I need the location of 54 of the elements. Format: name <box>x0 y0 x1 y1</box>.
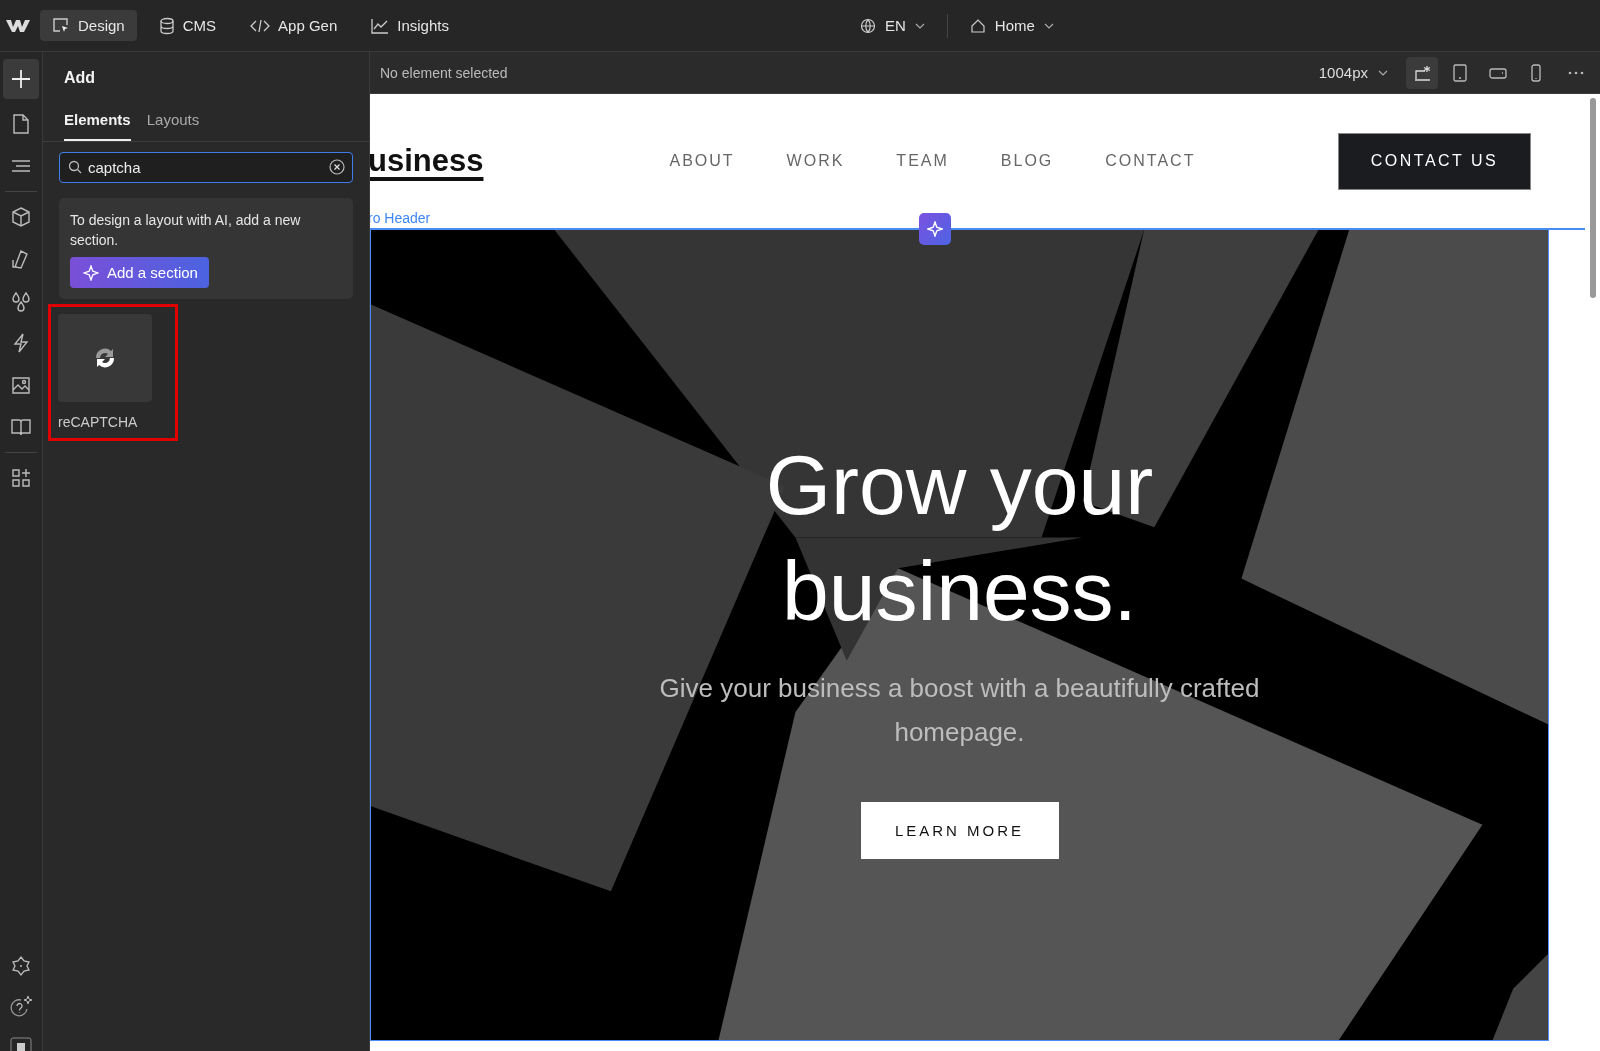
mode-tab[interactable]: CMS <box>146 10 229 41</box>
panel-tab[interactable]: Layouts <box>146 107 200 141</box>
cube-icon <box>10 206 32 228</box>
page-icon <box>10 113 32 135</box>
more-icon[interactable] <box>1568 70 1584 75</box>
sparkle-icon <box>927 221 943 237</box>
plus-icon <box>10 68 32 90</box>
element-label: reCAPTCHA <box>58 414 139 430</box>
nav-link[interactable]: TEAM <box>896 152 949 170</box>
width-dropdown[interactable]: 1004px <box>1318 64 1388 81</box>
contact-button[interactable]: CONTACT US <box>1338 132 1531 190</box>
line-chart-icon <box>371 17 390 34</box>
site-logo[interactable]: usiness <box>370 143 484 179</box>
locale-dropdown[interactable]: EN <box>860 17 925 34</box>
learn-more-button[interactable]: LEARN MORE <box>860 801 1059 859</box>
nav-link[interactable]: CONTACT <box>1105 152 1196 170</box>
add-section-button[interactable]: Add a section <box>70 257 209 288</box>
mode-tab[interactable]: Design <box>40 10 137 41</box>
element-tile[interactable]: reCAPTCHA <box>48 304 178 441</box>
apps-icon <box>10 467 32 489</box>
scrollbar[interactable] <box>1585 94 1600 1051</box>
ai-note-text: To design a layout with AI, add a new section. <box>70 211 302 250</box>
mode-tab[interactable]: Insights <box>359 10 461 41</box>
gear-icon[interactable] <box>10 955 32 977</box>
tablet-icon <box>1450 62 1470 83</box>
hero-title: Grow your business. <box>764 436 1155 640</box>
nav-link[interactable]: ABOUT <box>669 152 735 170</box>
selection-status: No element selected <box>380 64 508 81</box>
mode-tab[interactable]: App Gen <box>238 10 350 41</box>
help-icon[interactable] <box>9 995 33 1019</box>
desktop-breakpoint-button[interactable] <box>1406 56 1438 89</box>
home-icon <box>969 17 986 34</box>
search-field[interactable]: captcha <box>59 152 353 183</box>
cursor-icon <box>52 16 70 35</box>
clear-icon[interactable] <box>329 159 345 175</box>
book-icon <box>10 416 32 438</box>
page-dropdown[interactable]: Home <box>969 17 1054 34</box>
add-rail-button[interactable] <box>3 59 39 99</box>
drops-icon <box>10 290 32 312</box>
panel-title: Add <box>63 68 97 88</box>
logo-icon <box>6 18 30 33</box>
ai-sparkle-button[interactable] <box>919 213 951 245</box>
code-icon <box>250 17 271 34</box>
chevron-down-icon <box>914 22 925 29</box>
globe-icon <box>860 17 876 34</box>
nav-link[interactable]: WORK <box>786 152 845 170</box>
database-icon <box>158 16 175 35</box>
chevron-down-icon <box>1378 69 1388 76</box>
nav-link[interactable]: BLOG <box>1000 152 1054 170</box>
search-icon <box>68 160 82 174</box>
image-icon <box>10 374 32 396</box>
panel-tab[interactable]: Elements <box>64 107 131 141</box>
sparkle-icon <box>83 264 99 281</box>
chevron-down-icon <box>1043 22 1054 29</box>
